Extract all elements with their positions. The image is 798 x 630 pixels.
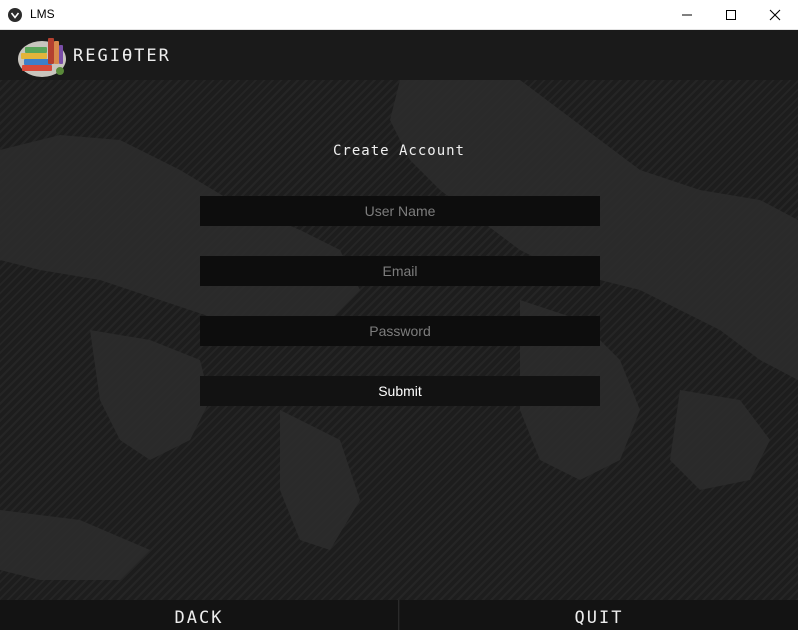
books-logo <box>18 38 66 77</box>
minimize-icon <box>682 14 692 16</box>
register-panel: Create Account Submit <box>0 80 798 600</box>
page-title: REGIƟTER <box>73 46 171 66</box>
form-title: Create Account <box>332 143 465 159</box>
email-field[interactable] <box>200 256 600 286</box>
back-button[interactable]: DACK <box>0 600 399 630</box>
minimize-button[interactable] <box>664 0 710 30</box>
password-field[interactable] <box>200 316 600 346</box>
submit-button[interactable]: Submit <box>200 376 600 406</box>
close-icon <box>769 9 781 21</box>
app-logo-icon <box>8 8 22 22</box>
app-header: REGIƟTER <box>0 30 798 80</box>
username-field[interactable] <box>200 196 600 226</box>
window-titlebar: LMS <box>0 0 798 30</box>
quit-button[interactable]: QUIT <box>400 600 798 630</box>
close-button[interactable] <box>752 0 798 30</box>
maximize-button[interactable] <box>708 0 754 30</box>
maximize-icon <box>726 10 736 20</box>
window-title: LMS <box>30 7 55 21</box>
